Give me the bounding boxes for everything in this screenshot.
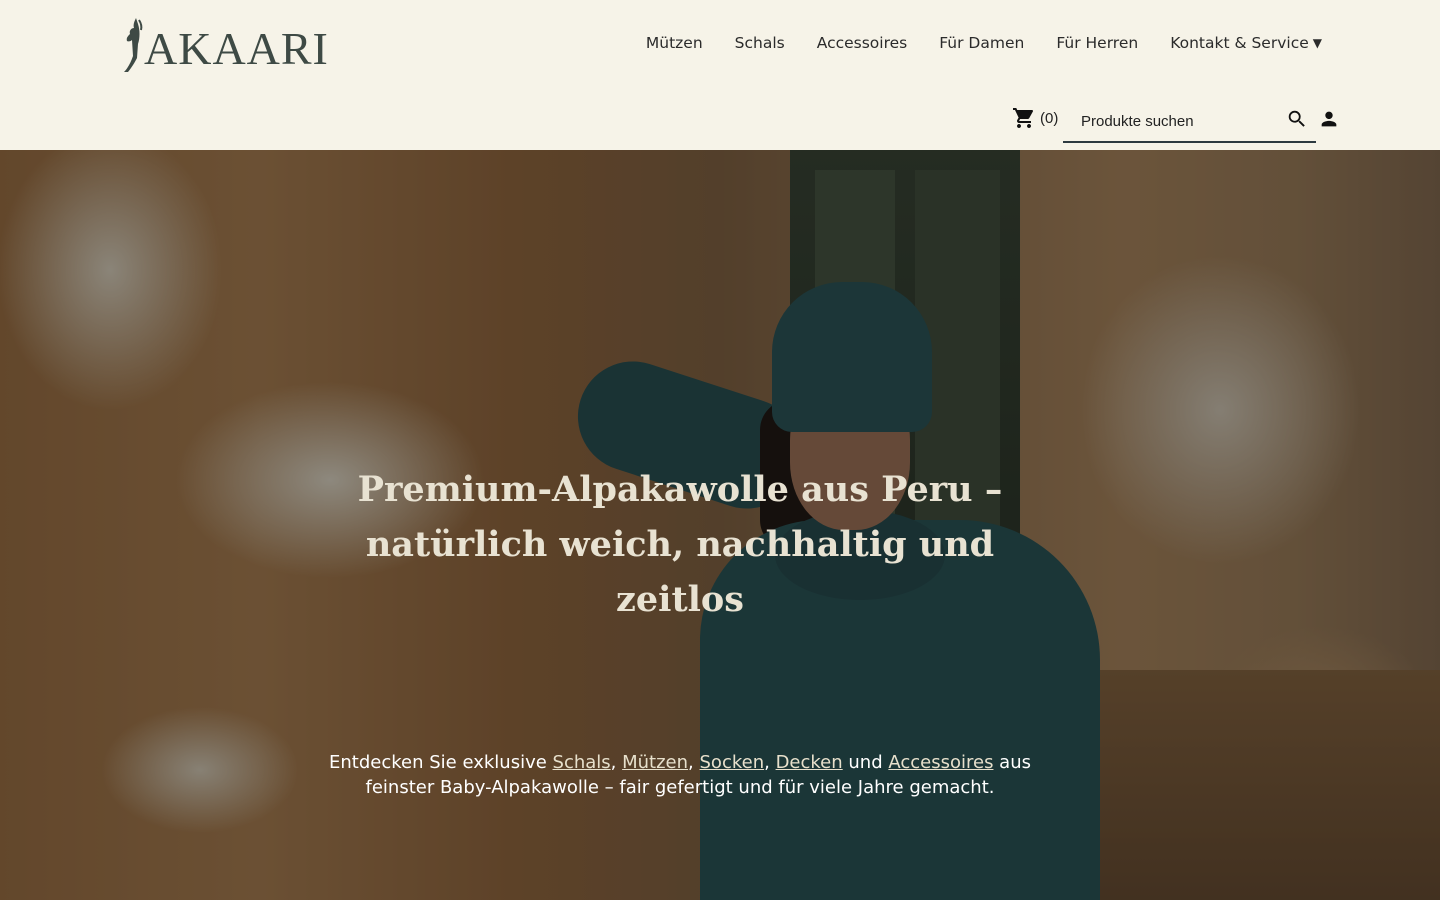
hero-text-sep: , (610, 752, 623, 773)
hero-title-line2: natürlich weich, nachhaltig und zeitlos (365, 524, 995, 620)
link-muetzen[interactable]: Mützen (622, 752, 688, 773)
hero-text-and: und (842, 752, 889, 773)
link-decken[interactable]: Decken (776, 752, 843, 773)
hero-title-line1: Premium-Alpakawolle aus Peru – (357, 469, 1003, 510)
nav-item-kontakt-service[interactable]: Kontakt & Service ▼ (1170, 34, 1322, 52)
header-tools: (0) (1010, 100, 1340, 144)
brand-logo[interactable]: AKAARI (122, 12, 352, 74)
cart-icon (1013, 108, 1034, 128)
hero-text-intro: Entdecken Sie exklusive (329, 752, 553, 773)
hero-description: Entdecken Sie exklusive Schals, Mützen, … (310, 750, 1050, 800)
nav-item-schals[interactable]: Schals (735, 34, 785, 52)
cart-count: (0) (1040, 109, 1059, 127)
hero-banner: Premium-Alpakawolle aus Peru – natürlich… (0, 150, 1440, 900)
nav-item-fuer-damen[interactable]: Für Damen (939, 34, 1024, 52)
search-box (1063, 100, 1316, 143)
site-header: AKAARI Mützen Schals Accessoires Für Dam… (0, 0, 1440, 150)
hero-text-sep: , (688, 752, 700, 773)
search-icon[interactable] (1286, 108, 1308, 130)
hero-text-sep: , (764, 752, 776, 773)
nav-item-muetzen[interactable]: Mützen (646, 34, 703, 52)
search-input[interactable] (1081, 102, 1281, 140)
hero-title: Premium-Alpakawolle aus Peru – natürlich… (320, 462, 1040, 627)
link-accessoires[interactable]: Accessoires (888, 752, 993, 773)
nav-item-fuer-herren[interactable]: Für Herren (1056, 34, 1138, 52)
caret-down-icon: ▼ (1312, 36, 1322, 50)
cart-button[interactable]: (0) (1012, 106, 1058, 130)
main-nav: Mützen Schals Accessoires Für Damen Für … (646, 30, 1322, 56)
link-schals[interactable]: Schals (553, 752, 611, 773)
user-icon[interactable] (1318, 108, 1340, 130)
brand-name: AKAARI (144, 23, 329, 74)
nav-item-kontakt-label: Kontakt & Service (1170, 34, 1309, 52)
link-socken[interactable]: Socken (700, 752, 765, 773)
nav-item-accessoires[interactable]: Accessoires (817, 34, 908, 52)
